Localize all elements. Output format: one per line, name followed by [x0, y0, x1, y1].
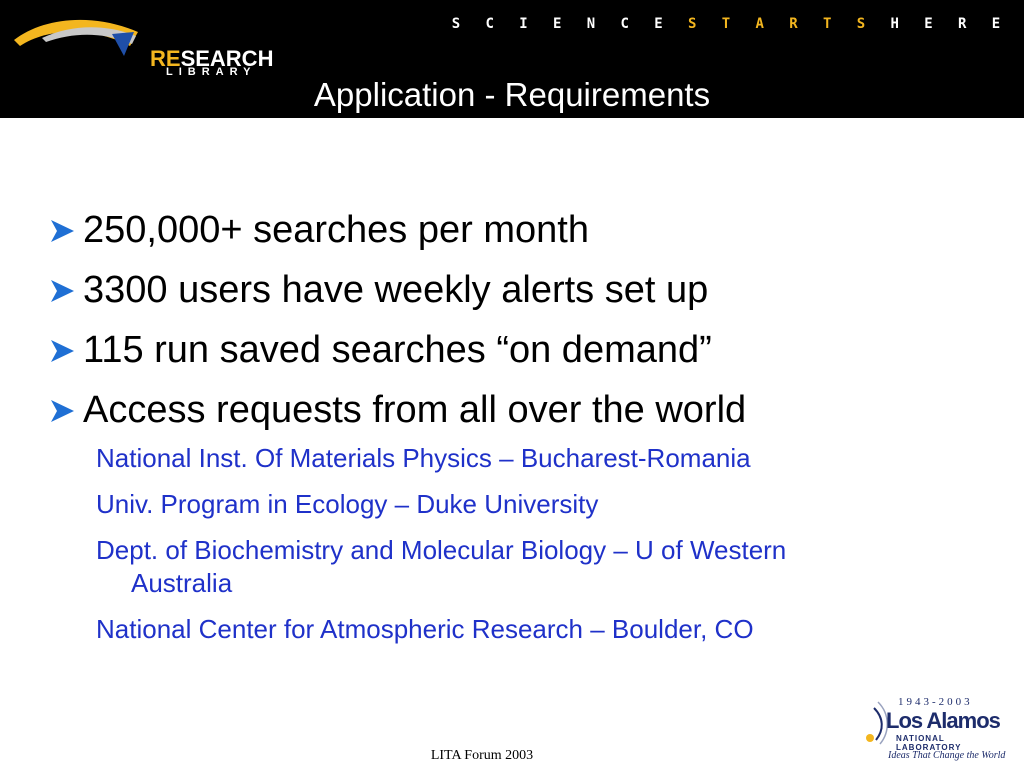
lanl-name: Los Alamos	[886, 708, 1001, 733]
footer-text: LITA Forum 2003	[430, 748, 534, 763]
arrow-bullet-icon	[51, 220, 74, 242]
slide-content: 250,000+ searches per month 3300 users h…	[48, 200, 988, 646]
bullet-item: 3300 users have weekly alerts set up	[48, 260, 988, 320]
lanl-years: 1943-2003	[898, 696, 973, 708]
sub-item: Univ. Program in Ecology – Duke Universi…	[96, 489, 599, 519]
sub-list: National Inst. Of Materials Physics – Bu…	[48, 442, 988, 646]
bullet-item: 115 run saved searches “on demand”	[48, 320, 988, 380]
sub-item: Dept. of Biochemistry and Molecular Biol…	[96, 535, 787, 598]
header-banner: RESEARCH LIBRARY S C I E N C E S T A R T…	[0, 0, 1024, 118]
slide-title: Application - Requirements	[313, 76, 711, 113]
arrow-bullet-icon	[51, 400, 74, 422]
sub-item: National Inst. Of Materials Physics – Bu…	[96, 443, 751, 473]
arrow-bullet-icon	[51, 280, 74, 302]
bullet-item: Access requests from all over the world	[48, 380, 988, 440]
research-library-logo: RESEARCH LIBRARY	[12, 10, 273, 78]
bullet-item: 250,000+ searches per month	[48, 200, 988, 260]
arrow-bullet-icon	[51, 340, 74, 362]
swoosh-icon	[14, 19, 138, 56]
tagline: S C I E N C E S T A R T S H E R E	[451, 16, 1001, 32]
sub-item: National Center for Atmospheric Research…	[96, 614, 754, 644]
